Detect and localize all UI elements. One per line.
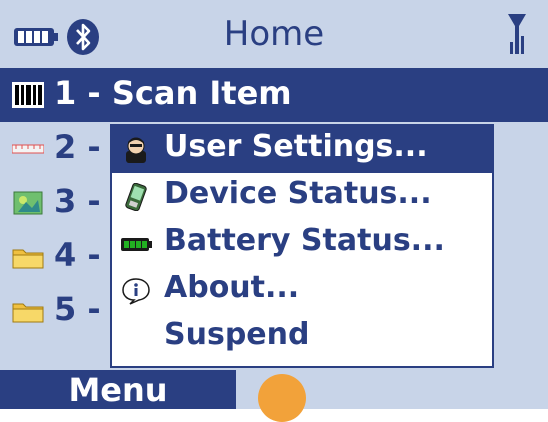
- menu-item-about[interactable]: About...: [112, 267, 492, 314]
- menu-item-label: Device Status...: [164, 176, 432, 211]
- page-title: Home: [223, 14, 325, 54]
- list-item-label: 1 - Scan Item: [54, 74, 292, 112]
- barcode-icon: [12, 82, 44, 108]
- signal-antenna-icon: [508, 14, 526, 54]
- list-item-label: 3 -: [54, 182, 101, 220]
- user-icon: [126, 137, 146, 163]
- menu-softkey-button[interactable]: Menu: [0, 370, 236, 409]
- menu-item-label: About...: [164, 270, 300, 305]
- info-icon: [122, 278, 150, 305]
- soft-key-bar: Menu: [0, 370, 548, 422]
- menu-item-user-settings[interactable]: User Settings...: [112, 126, 492, 173]
- menu-item-label: User Settings...: [164, 129, 428, 164]
- list-item-label: 2 -: [54, 128, 101, 166]
- device-screen: Home 1 - Scan Item 2 - 3 - 4 - 5 - User …: [0, 0, 548, 422]
- device-icon: [125, 183, 147, 211]
- list-item-scan-item[interactable]: 1 - Scan Item: [0, 68, 548, 122]
- status-indicator-dot: [258, 374, 306, 422]
- folder-icon: [12, 249, 44, 269]
- folder-icon: [12, 303, 44, 323]
- menu-item-device-status[interactable]: Device Status...: [112, 173, 492, 220]
- menu-item-label: Battery Status...: [164, 223, 445, 258]
- list-item-label: 4 -: [54, 236, 101, 274]
- battery-icon: [121, 238, 152, 251]
- status-bar: Home: [0, 0, 548, 68]
- image-icon: [13, 191, 43, 215]
- menu-item-label: Suspend: [164, 317, 310, 352]
- list-item-label: 5 -: [54, 290, 101, 328]
- ruler-icon: [12, 144, 44, 154]
- menu-item-suspend[interactable]: Suspend: [112, 314, 492, 361]
- context-menu-popup: User Settings... Device Status... Batter…: [110, 124, 494, 368]
- softkey-label: Menu: [68, 371, 168, 409]
- menu-item-battery-status[interactable]: Battery Status...: [112, 220, 492, 267]
